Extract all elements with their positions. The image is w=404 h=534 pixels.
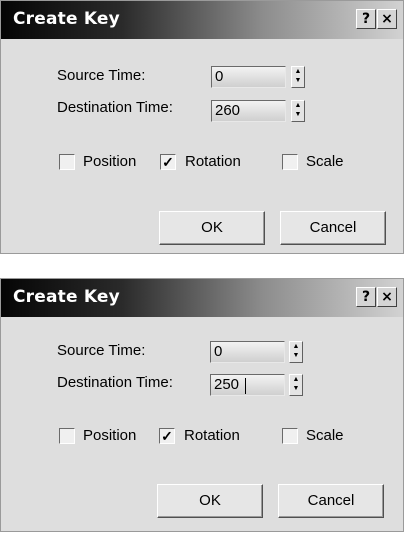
destination-time-label: Destination Time: [57, 374, 173, 391]
position-checkbox[interactable] [59, 428, 75, 444]
destination-time-spinner[interactable]: ▲ ▼ [289, 374, 303, 396]
help-button[interactable]: ? [356, 9, 376, 29]
rotation-checkbox[interactable]: ✓ [160, 154, 176, 170]
destination-time-field[interactable]: 250 [210, 374, 285, 396]
scale-checkbox[interactable] [282, 428, 298, 444]
cancel-button[interactable]: Cancel [278, 484, 384, 518]
scale-label: Scale [306, 153, 344, 170]
destination-time-field[interactable]: 260 [211, 100, 286, 122]
source-time-field[interactable]: 0 [210, 341, 285, 363]
rotation-label: Rotation [184, 427, 240, 444]
rotation-checkbox[interactable]: ✓ [159, 428, 175, 444]
close-button[interactable]: × [377, 9, 397, 29]
source-time-label: Source Time: [57, 67, 146, 84]
source-time-spinner[interactable]: ▲ ▼ [291, 66, 305, 88]
spinner-up-icon[interactable]: ▲ [290, 375, 302, 384]
source-time-spinner[interactable]: ▲ ▼ [289, 341, 303, 363]
spinner-down-icon[interactable]: ▼ [292, 76, 304, 85]
text-caret [245, 378, 246, 394]
source-time-label: Source Time: [57, 342, 146, 359]
spinner-down-icon[interactable]: ▼ [292, 110, 304, 119]
dialog-title: Create Key [13, 9, 120, 29]
spinner-down-icon[interactable]: ▼ [290, 384, 302, 393]
ok-button[interactable]: OK [159, 211, 265, 245]
source-time-field[interactable]: 0 [211, 66, 286, 88]
cancel-button[interactable]: Cancel [280, 211, 386, 245]
title-bar: Create Key ? × [1, 1, 403, 39]
create-key-dialog: Create Key ? × Source Time: 0 ▲ ▼ Destina… [0, 0, 404, 254]
create-key-dialog: Create Key ? × Source Time: 0 ▲ ▼ Destina… [0, 278, 404, 532]
position-label: Position [83, 427, 137, 444]
destination-time-label: Destination Time: [57, 99, 173, 116]
ok-button[interactable]: OK [157, 484, 263, 518]
spinner-up-icon[interactable]: ▲ [292, 101, 304, 110]
title-bar: Create Key ? × [1, 279, 403, 317]
destination-time-spinner[interactable]: ▲ ▼ [291, 100, 305, 122]
position-checkbox[interactable] [59, 154, 75, 170]
rotation-label: Rotation [185, 153, 241, 170]
scale-checkbox[interactable] [282, 154, 298, 170]
spinner-down-icon[interactable]: ▼ [290, 351, 302, 360]
spinner-up-icon[interactable]: ▲ [290, 342, 302, 351]
scale-label: Scale [306, 427, 344, 444]
spinner-up-icon[interactable]: ▲ [292, 67, 304, 76]
dialog-title: Create Key [13, 287, 120, 307]
help-button[interactable]: ? [356, 287, 376, 307]
close-button[interactable]: × [377, 287, 397, 307]
position-label: Position [83, 153, 137, 170]
